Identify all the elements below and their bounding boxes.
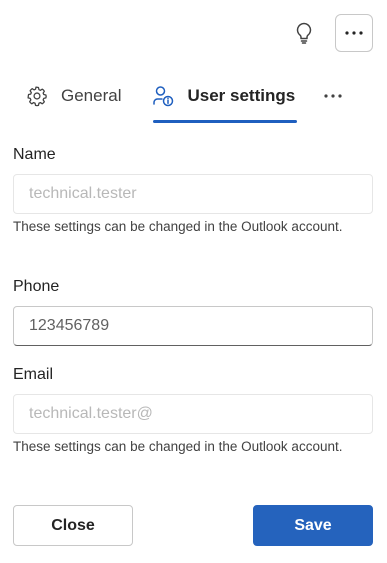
tab-general[interactable]: General xyxy=(25,80,121,112)
phone-input[interactable] xyxy=(13,306,373,346)
action-buttons: Close Save xyxy=(13,505,373,546)
tab-user-settings-label: User settings xyxy=(187,86,296,105)
email-help-text: These settings can be changed in the Out… xyxy=(13,439,343,454)
more-horizontal-icon xyxy=(324,94,342,98)
email-label: Email xyxy=(13,366,54,383)
name-label: Name xyxy=(13,146,56,163)
phone-field-group: Phone xyxy=(13,276,373,346)
more-options-button[interactable] xyxy=(335,14,373,52)
settings-tabs: General User settings xyxy=(25,80,357,126)
email-input xyxy=(13,394,373,434)
name-input xyxy=(13,174,373,214)
save-button[interactable]: Save xyxy=(253,505,373,546)
name-help-text: These settings can be changed in the Out… xyxy=(13,219,343,234)
tab-user-settings[interactable]: User settings xyxy=(151,80,297,123)
email-field-group: Email These settings can be changed in t… xyxy=(13,364,373,457)
lightbulb-icon xyxy=(296,22,312,44)
user-settings-form: Name These settings can be changed in th… xyxy=(13,144,373,454)
close-button[interactable]: Close xyxy=(13,505,133,546)
gear-icon xyxy=(25,84,49,108)
more-horizontal-icon xyxy=(345,31,363,35)
tips-button[interactable] xyxy=(285,14,323,52)
phone-label: Phone xyxy=(13,278,60,295)
tabs-overflow-button[interactable] xyxy=(321,80,345,112)
top-actions xyxy=(285,14,373,52)
user-info-icon xyxy=(151,84,175,108)
tab-general-label: General xyxy=(61,86,122,105)
name-field-group: Name These settings can be changed in th… xyxy=(13,144,373,237)
